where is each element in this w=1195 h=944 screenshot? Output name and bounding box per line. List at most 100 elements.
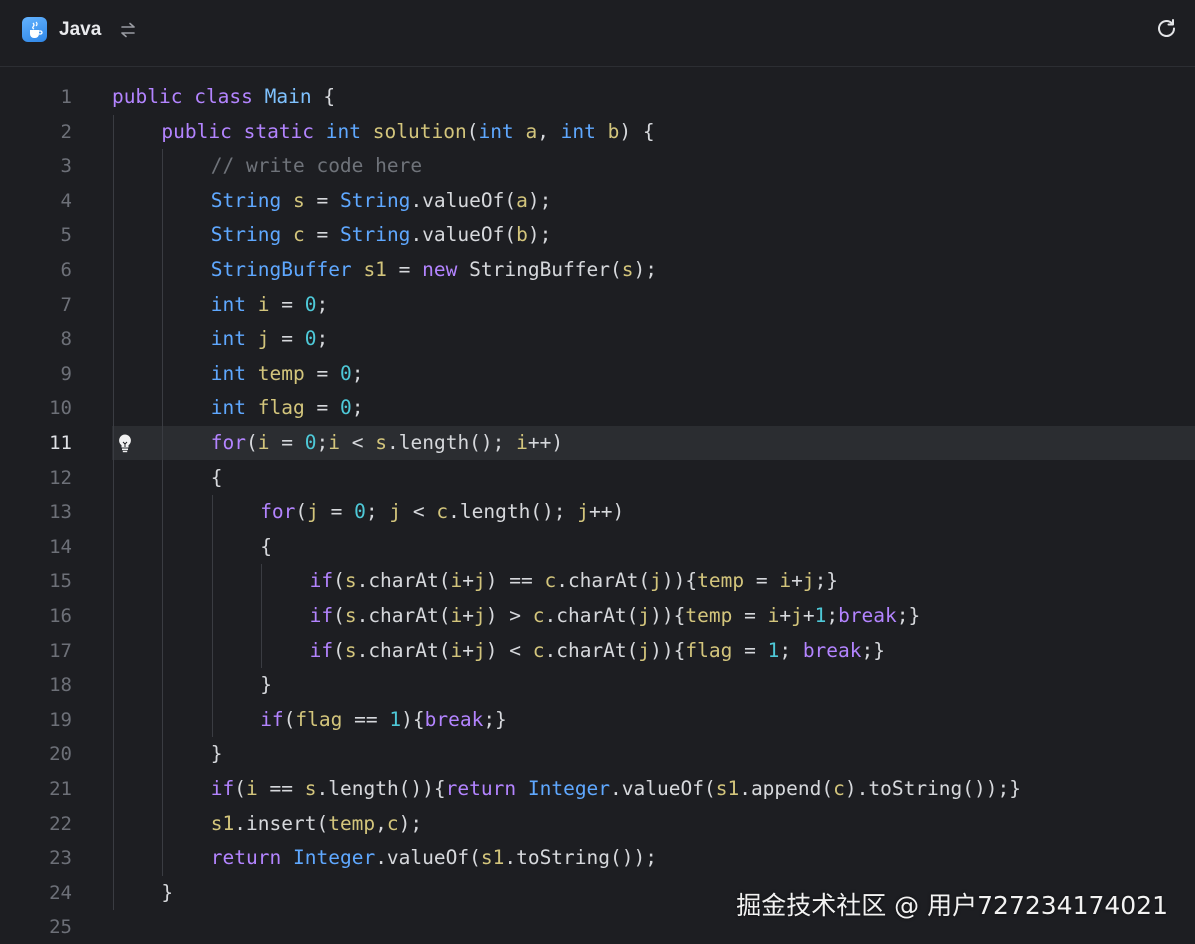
code-token: )): [650, 604, 674, 627]
code-line[interactable]: for(j = 0; j < c.length(); j++): [260, 495, 624, 529]
code-token: int: [478, 119, 514, 143]
code-line[interactable]: int temp = 0;: [211, 357, 364, 391]
line-number: 20: [49, 743, 72, 766]
code-token: .insert(: [234, 811, 329, 835]
code-line[interactable]: public static int solution(int a, int b)…: [161, 115, 654, 149]
code-token: (: [246, 431, 258, 454]
code-line[interactable]: if(s.charAt(i+j) == c.charAt(j)){temp = …: [310, 564, 838, 598]
code-token: ;}: [861, 638, 885, 662]
line-number: 2: [60, 120, 72, 143]
code-line[interactable]: if(flag == 1){break;}: [260, 703, 507, 737]
code-token: if: [309, 604, 334, 627]
code-token: public: [161, 119, 232, 143]
code-line[interactable]: {: [211, 461, 223, 495]
code-token: class: [194, 85, 253, 108]
line-number: 9: [60, 362, 72, 385]
code-token: c: [436, 500, 449, 524]
code-line[interactable]: int i = 0;: [211, 288, 328, 322]
code-line[interactable]: StringBuffer s1 = new StringBuffer(s);: [211, 253, 657, 287]
code-token: i: [246, 777, 258, 800]
code-token: c: [293, 223, 305, 247]
code-line[interactable]: if(s.charAt(i+j) > c.charAt(j)){temp = i…: [310, 599, 921, 633]
code-token: flag: [295, 707, 343, 731]
code-token: ;: [316, 431, 329, 454]
code-token: String: [210, 188, 282, 212]
code-token: c: [532, 604, 545, 627]
code-token: <: [401, 500, 437, 524]
code-token: j: [474, 569, 486, 593]
code-token: ;: [351, 361, 364, 385]
code-token: i: [450, 569, 463, 593]
code-token: i: [516, 431, 528, 454]
code-token: temp: [697, 569, 745, 593]
code-line[interactable]: // write code here: [211, 149, 422, 183]
code-token: =: [732, 604, 768, 627]
swap-arrows-icon[interactable]: [119, 21, 137, 39]
language-label[interactable]: Java: [59, 19, 101, 41]
code-line[interactable]: if(i == s.length()){return Integer.value…: [211, 772, 1021, 806]
code-token: for: [210, 431, 247, 454]
refresh-icon[interactable]: [1155, 17, 1178, 40]
code-line[interactable]: String c = String.valueOf(b);: [211, 218, 552, 252]
java-cup-icon[interactable]: [22, 17, 47, 42]
code-token: {: [685, 569, 698, 593]
code-line[interactable]: s1.insert(temp,c);: [211, 807, 422, 841]
code-token: .charAt(: [356, 569, 451, 593]
code-line[interactable]: if(s.charAt(i+j) < c.charAt(j)){flag = 1…: [310, 634, 885, 668]
code-token: temp: [328, 811, 376, 835]
code-token: (: [333, 569, 345, 593]
code-token: s: [344, 638, 357, 662]
code-line[interactable]: }: [161, 876, 173, 910]
code-token: .valueOf(: [410, 223, 517, 247]
code-token: s1: [715, 777, 740, 800]
code-line[interactable]: public class Main {: [112, 80, 335, 114]
lightbulb-icon[interactable]: [116, 433, 134, 453]
code-line[interactable]: }: [260, 668, 272, 702]
code-token: );: [398, 811, 423, 835]
code-token: {: [412, 707, 425, 731]
code-token: j: [389, 500, 402, 524]
code-line[interactable]: int flag = 0;: [211, 391, 364, 425]
code-token: j: [791, 604, 803, 627]
line-number: 4: [60, 189, 72, 212]
code-token: c: [532, 638, 545, 662]
code-token: 0: [304, 327, 317, 351]
code-token: =: [304, 361, 340, 385]
code-token: 0: [304, 431, 317, 454]
line-number: 22: [49, 812, 72, 835]
code-token: (: [295, 500, 308, 524]
code-editor[interactable]: 1 public class Main { 2 public static int s…: [0, 67, 1195, 943]
code-token: <: [340, 431, 376, 454]
code-token: new: [422, 258, 458, 281]
code-token: =: [304, 188, 340, 212]
line-number: 1: [60, 86, 72, 108]
code-token: )): [661, 569, 686, 593]
line-number: 24: [49, 881, 72, 904]
code-token: i: [257, 292, 270, 316]
code-line[interactable]: int j = 0;: [211, 322, 328, 356]
code-token: solution: [372, 119, 467, 143]
code-token: =: [304, 223, 340, 247]
code-token: }: [260, 673, 272, 697]
code-token: 0: [354, 500, 366, 524]
code-token: (: [333, 638, 345, 662]
code-line[interactable]: String s = String.valueOf(a);: [211, 184, 552, 218]
code-token: ++): [527, 431, 564, 454]
code-token: String: [339, 188, 411, 212]
code-token: +: [802, 604, 815, 627]
code-token: // write code here: [210, 154, 423, 178]
code-line[interactable]: }: [211, 737, 223, 771]
code-token: 1: [389, 707, 402, 731]
code-line[interactable]: {: [260, 530, 272, 564]
code-line[interactable]: for(i = 0;i < s.length(); i++): [211, 426, 563, 460]
code-line[interactable]: return Integer.valueOf(s1.toString());: [211, 841, 657, 875]
code-token: {: [673, 604, 686, 627]
line-number: 7: [60, 293, 72, 316]
